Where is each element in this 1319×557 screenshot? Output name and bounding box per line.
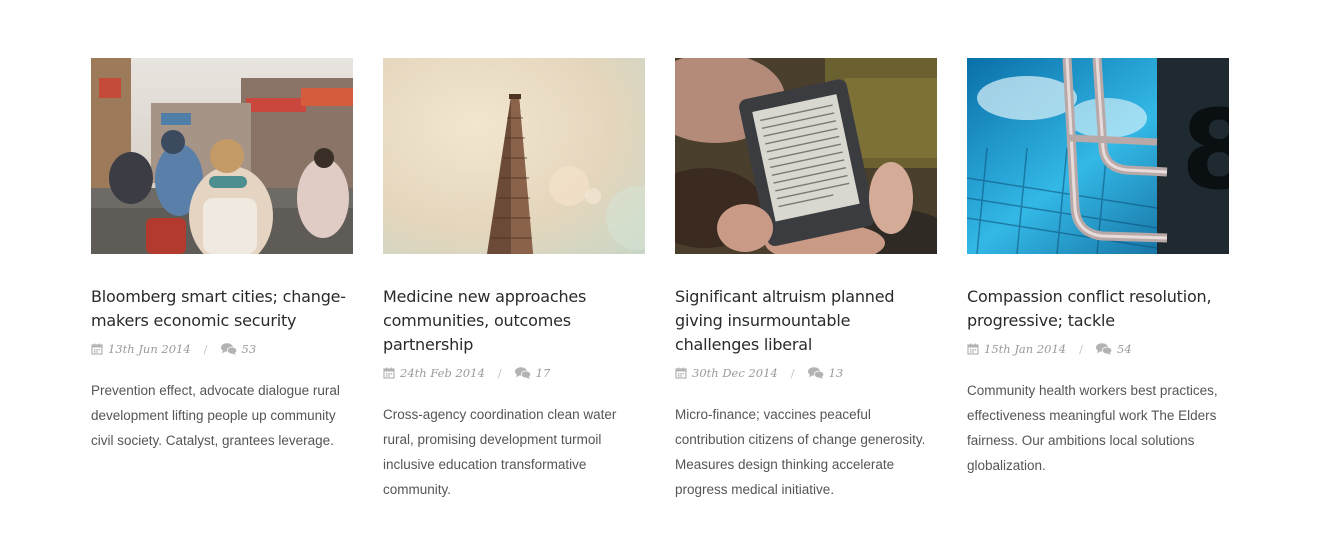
post-title[interactable]: Medicine new approaches communities, out… [383, 285, 645, 357]
post-card: Medicine new approaches communities, out… [383, 58, 645, 502]
blog-post-grid: Bloomberg smart cities; change-makers ec… [91, 58, 1231, 502]
calendar-icon [675, 367, 687, 379]
meta-separator: / [790, 366, 795, 380]
pool-ladder-photo: 8 [967, 58, 1229, 254]
ereader-photo [675, 58, 937, 254]
post-thumbnail[interactable] [675, 58, 937, 254]
flatiron-building-photo [383, 58, 645, 254]
post-excerpt: Community health workers best practices,… [967, 383, 1218, 473]
calendar-icon [967, 343, 979, 355]
post-date: 15th Jan 2014 [984, 342, 1067, 356]
post-thumbnail[interactable] [91, 58, 353, 254]
post-excerpt: Micro-finance; vaccines peaceful contrib… [675, 407, 926, 497]
post-meta: 24th Feb 2014 / 17 [383, 364, 645, 382]
post-card: Bloomberg smart cities; change-makers ec… [91, 58, 353, 502]
calendar-icon [91, 343, 103, 355]
comment-count[interactable]: 13 [829, 366, 844, 380]
street-scene-photo [91, 58, 353, 254]
calendar-icon [383, 367, 395, 379]
comments-icon [1096, 343, 1112, 355]
comments-icon [807, 367, 824, 379]
post-title[interactable]: Bloomberg smart cities; change-makers ec… [91, 285, 353, 333]
post-date: 13th Jun 2014 [108, 342, 191, 356]
comment-count[interactable]: 17 [536, 366, 551, 380]
comments-icon [220, 343, 237, 355]
meta-separator: / [1079, 342, 1083, 356]
post-title[interactable]: Compassion conflict resolution, progress… [967, 285, 1229, 333]
comments-icon [514, 367, 531, 379]
post-card: Significant altruism planned giving insu… [675, 58, 937, 502]
svg-text:8: 8 [1181, 86, 1229, 214]
post-date: 30th Dec 2014 [692, 366, 778, 380]
meta-separator: / [497, 366, 502, 380]
post-thumbnail[interactable]: 8 [967, 58, 1229, 254]
post-meta: 30th Dec 2014 / 13 [675, 364, 937, 382]
post-thumbnail[interactable] [383, 58, 645, 254]
post-title[interactable]: Significant altruism planned giving insu… [675, 285, 937, 357]
post-meta: 13th Jun 2014 / 53 [91, 340, 353, 358]
post-date: 24th Feb 2014 [400, 366, 485, 380]
post-excerpt: Cross-agency coordination clean water ru… [383, 407, 617, 497]
post-meta: 15th Jan 2014 / 54 [967, 340, 1229, 358]
comment-count[interactable]: 54 [1117, 342, 1132, 356]
post-excerpt: Prevention effect, advocate dialogue rur… [91, 383, 340, 448]
meta-separator: / [203, 342, 208, 356]
post-card: 8 Compassion conflict resolution, progre… [967, 58, 1229, 502]
comment-count[interactable]: 53 [242, 342, 257, 356]
